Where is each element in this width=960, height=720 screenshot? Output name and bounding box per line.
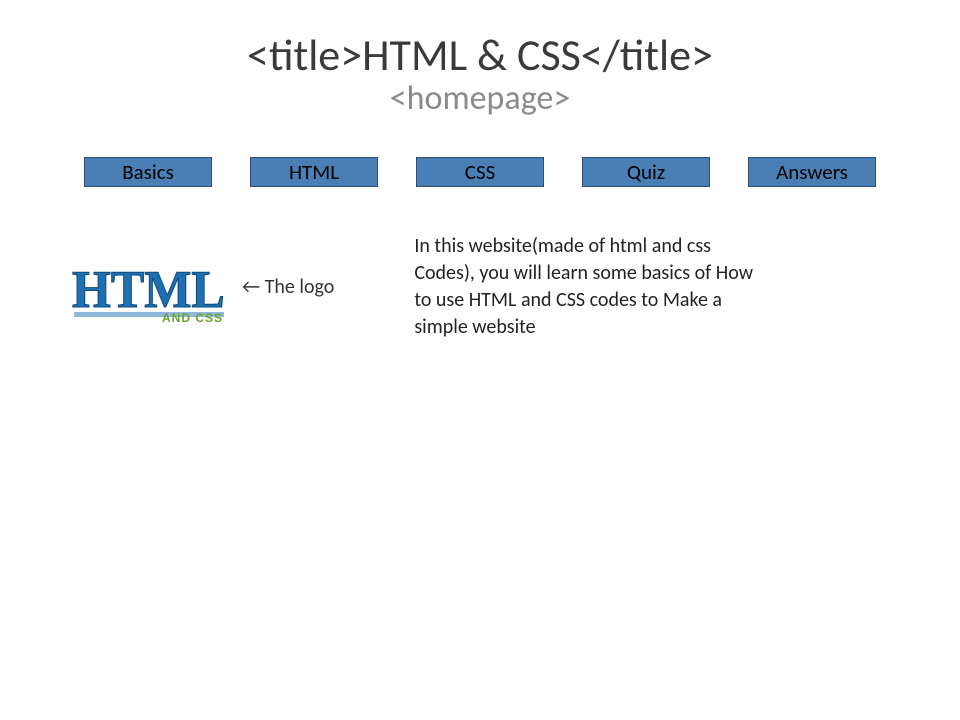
header: <title>HTML & CSS</title> <homepage>: [0, 0, 960, 119]
logo-caption: ← The logo: [242, 275, 334, 299]
html-css-logo: HTML AND CSS: [70, 242, 230, 332]
page-title: <title>HTML & CSS</title>: [0, 28, 960, 82]
intro-paragraph: In this website(made of html and css Cod…: [414, 233, 774, 341]
nav-css[interactable]: CSS: [416, 157, 544, 187]
nav-bar: Basics HTML CSS Quiz Answers: [70, 157, 890, 187]
svg-text:AND CSS: AND CSS: [162, 311, 223, 325]
nav-answers[interactable]: Answers: [748, 157, 876, 187]
nav-html[interactable]: HTML: [250, 157, 378, 187]
nav-quiz[interactable]: Quiz: [582, 157, 710, 187]
content-area: HTML AND CSS ← The logo In this website(…: [0, 233, 960, 341]
page-subtitle: <homepage>: [0, 78, 960, 119]
nav-basics[interactable]: Basics: [84, 157, 212, 187]
logo-block: HTML AND CSS ← The logo: [70, 233, 334, 341]
